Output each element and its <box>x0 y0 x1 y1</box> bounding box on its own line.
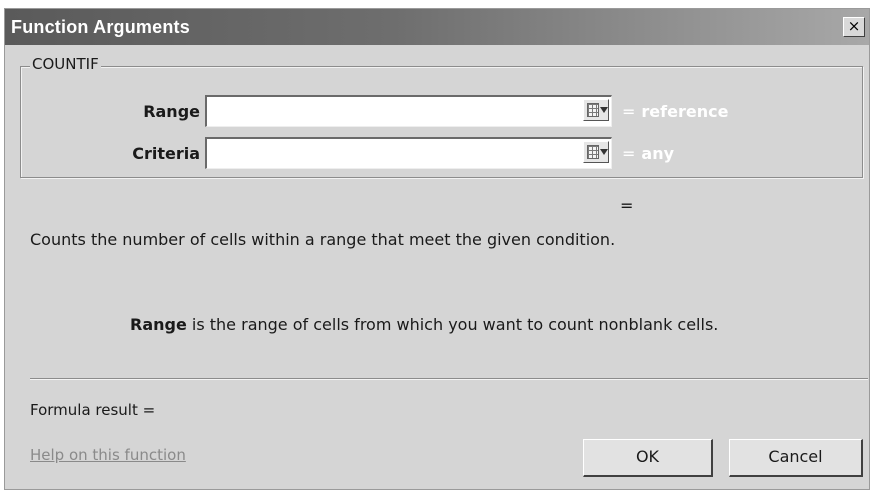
criteria-result-equals: = <box>622 144 636 163</box>
criteria-result-value: any <box>641 144 675 163</box>
cancel-button[interactable]: Cancel <box>729 439 863 477</box>
range-label: Range <box>143 102 200 121</box>
argument-help-name: Range <box>130 315 187 334</box>
ok-button[interactable]: OK <box>583 439 713 477</box>
help-on-function-link[interactable]: Help on this function <box>30 446 186 464</box>
formula-value-equals: = <box>620 196 634 215</box>
criteria-label: Criteria <box>132 144 200 163</box>
formula-result: Formula result = <box>30 401 156 419</box>
argument-help-text: is the range of cells from which you wan… <box>186 315 719 334</box>
argument-help: Range is the range of cells from which y… <box>130 315 718 334</box>
close-button[interactable]: × <box>843 17 865 37</box>
divider <box>30 378 868 380</box>
close-icon: × <box>847 17 861 35</box>
collapse-arrow-icon <box>600 149 608 155</box>
criteria-input[interactable] <box>205 137 612 169</box>
collapse-arrow-icon <box>600 107 608 113</box>
criteria-picker-icon <box>587 145 599 159</box>
range-picker-icon <box>587 103 599 117</box>
dialog-title: Function Arguments <box>11 17 190 37</box>
title-bar[interactable]: Function Arguments × <box>5 9 869 45</box>
function-description: Counts the number of cells within a rang… <box>30 230 616 249</box>
range-result: = reference <box>622 102 728 121</box>
range-input[interactable] <box>205 95 612 127</box>
function-name-legend: COUNTIF <box>30 55 101 73</box>
range-result-equals: = <box>622 102 636 121</box>
criteria-collapse-button[interactable] <box>583 141 609 163</box>
range-result-value: reference <box>641 102 729 121</box>
range-collapse-button[interactable] <box>583 99 609 121</box>
criteria-result: = any <box>622 144 674 163</box>
